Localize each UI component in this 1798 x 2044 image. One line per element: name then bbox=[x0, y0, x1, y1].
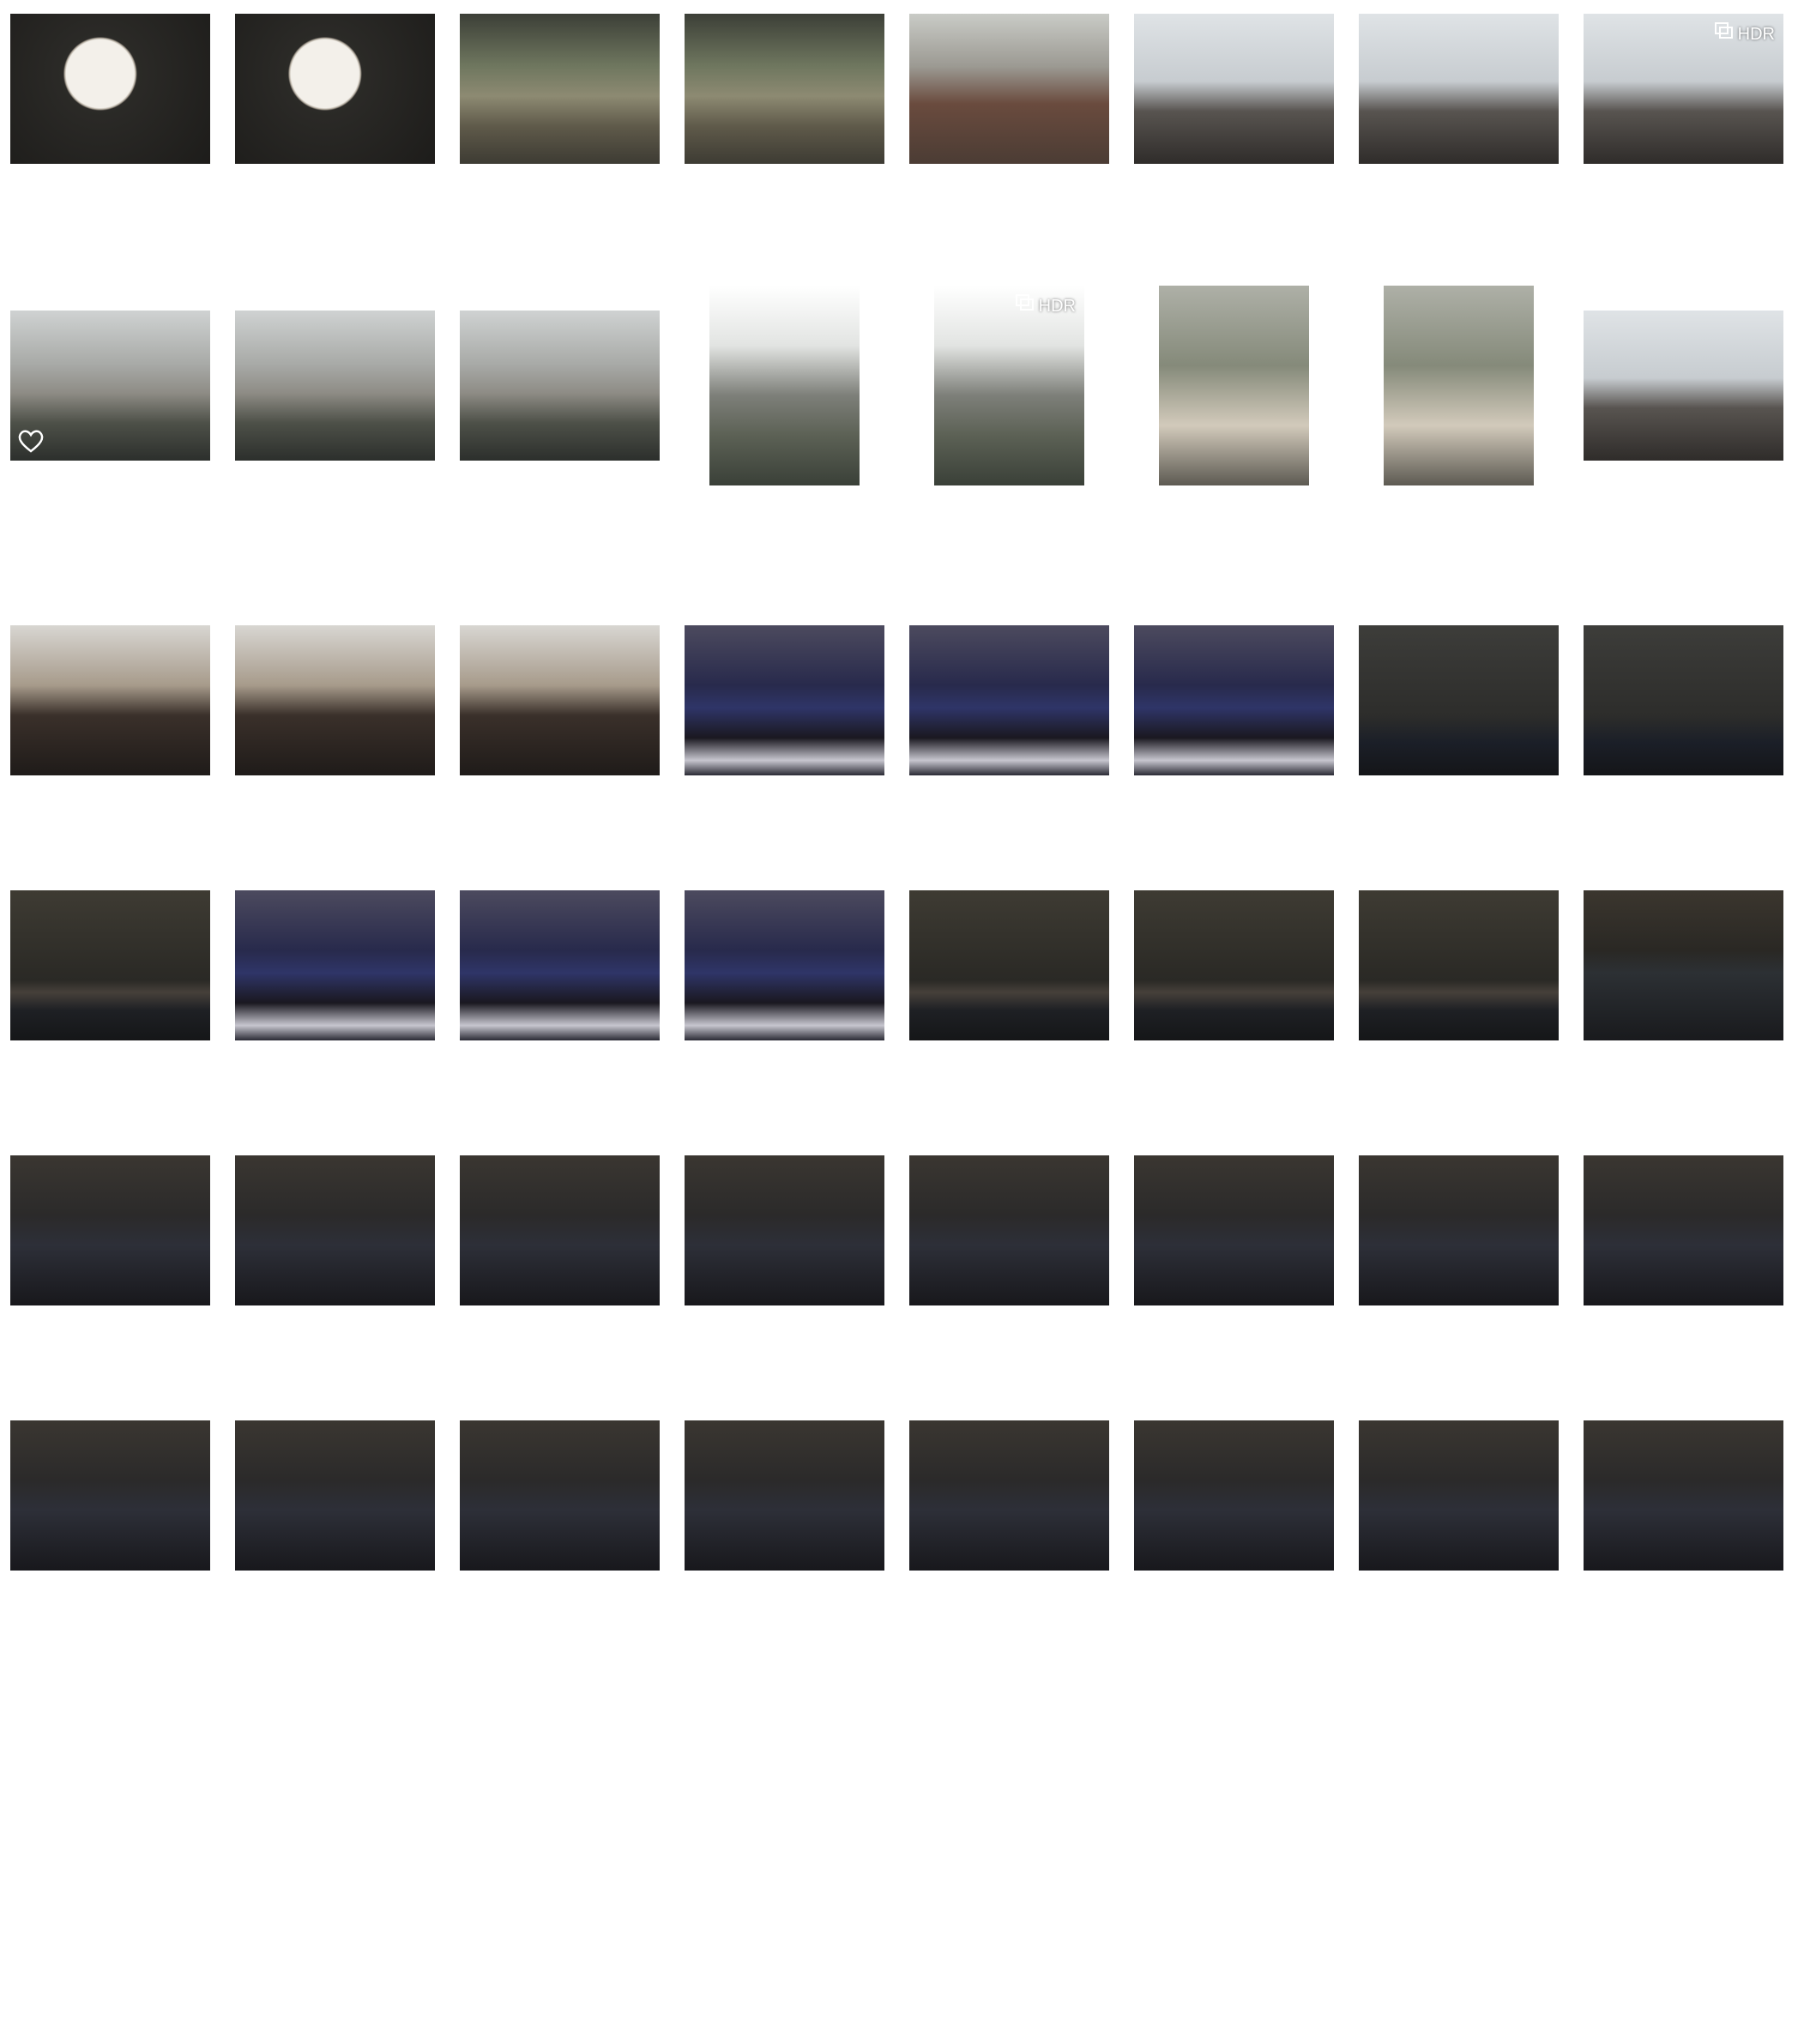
photo-thumbnail[interactable] bbox=[685, 14, 884, 164]
hdr-badge: HDR bbox=[1714, 22, 1775, 46]
photo-image bbox=[460, 1420, 660, 1571]
photo-cell bbox=[685, 947, 884, 2044]
hdr-label: HDR bbox=[1038, 296, 1076, 316]
photo-image bbox=[909, 14, 1109, 164]
photo-thumbnail[interactable]: HDR bbox=[1584, 14, 1783, 164]
photo-image bbox=[1134, 14, 1334, 164]
photo-image bbox=[10, 14, 210, 164]
photo-cell bbox=[1359, 947, 1559, 2044]
photo-cell bbox=[460, 947, 660, 2044]
photo-image bbox=[685, 14, 884, 164]
photo-image bbox=[235, 14, 435, 164]
photo-image bbox=[1134, 1420, 1334, 1571]
photo-image bbox=[1359, 1420, 1559, 1571]
photo-cell bbox=[1134, 14, 1334, 164]
photo-cell: HDR bbox=[1584, 14, 1783, 164]
photo-cell bbox=[1134, 947, 1334, 2044]
photo-cell bbox=[685, 14, 884, 164]
photo-thumbnail[interactable] bbox=[1359, 14, 1559, 164]
hdr-icon bbox=[1015, 294, 1036, 318]
hdr-icon bbox=[1714, 22, 1735, 46]
hdr-label: HDR bbox=[1737, 24, 1775, 44]
photo-thumbnail[interactable] bbox=[235, 14, 435, 164]
photo-cell bbox=[909, 14, 1109, 164]
photo-thumbnail[interactable] bbox=[10, 14, 210, 164]
photo-thumbnail[interactable] bbox=[1134, 1420, 1334, 1571]
photo-thumbnail[interactable] bbox=[1359, 1420, 1559, 1571]
photo-thumbnail[interactable] bbox=[235, 1420, 435, 1571]
photo-cell bbox=[10, 14, 210, 164]
photo-image bbox=[235, 1420, 435, 1571]
photo-thumbnail[interactable] bbox=[1134, 14, 1334, 164]
photo-cell bbox=[909, 947, 1109, 2044]
photo-image bbox=[909, 1420, 1109, 1571]
photo-cell bbox=[1359, 14, 1559, 164]
photo-cell bbox=[460, 14, 660, 164]
hdr-badge: HDR bbox=[1015, 294, 1076, 318]
photo-image bbox=[1359, 14, 1559, 164]
photo-image bbox=[1584, 1420, 1783, 1571]
photo-cell bbox=[10, 947, 210, 2044]
photo-thumbnail[interactable] bbox=[685, 1420, 884, 1571]
photo-cell bbox=[235, 14, 435, 164]
photo-thumbnail[interactable] bbox=[909, 14, 1109, 164]
photo-thumbnail[interactable] bbox=[10, 1420, 210, 1571]
photo-image bbox=[685, 1420, 884, 1571]
photo-image bbox=[460, 14, 660, 164]
photo-thumbnail[interactable] bbox=[460, 14, 660, 164]
photo-grid: HDR HDR bbox=[0, 0, 1798, 1571]
photo-thumbnail[interactable] bbox=[1584, 1420, 1783, 1571]
photo-thumbnail[interactable] bbox=[460, 1420, 660, 1571]
photo-cell bbox=[235, 947, 435, 2044]
photo-thumbnail[interactable] bbox=[909, 1420, 1109, 1571]
photo-image bbox=[10, 1420, 210, 1571]
photo-cell bbox=[1584, 947, 1783, 2044]
